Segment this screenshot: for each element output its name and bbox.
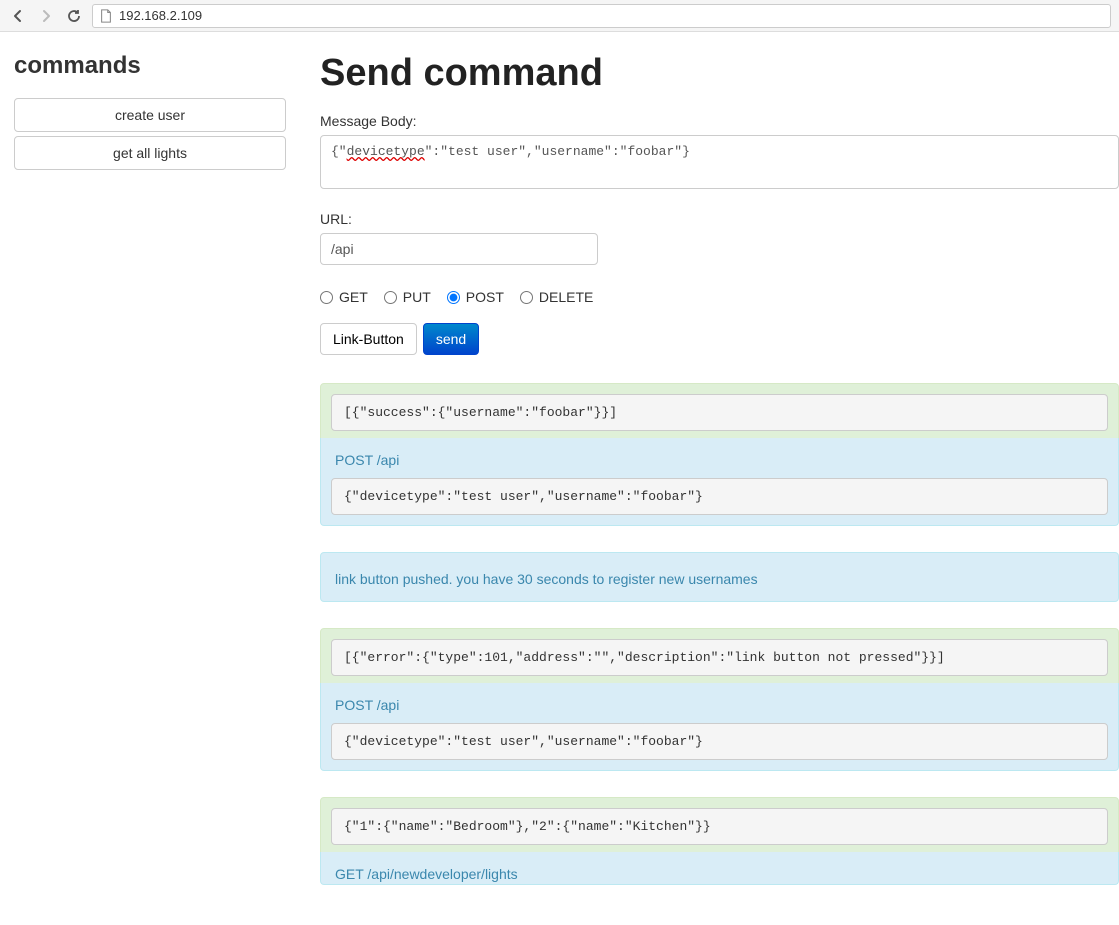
result-pair: {"1":{"name":"Bedroom"},"2":{"name":"Kit… <box>320 797 1119 885</box>
command-create-user[interactable]: create user <box>14 98 286 132</box>
method-delete-radio[interactable] <box>520 291 533 304</box>
link-button[interactable]: Link-Button <box>320 323 417 355</box>
request-title: POST /api <box>335 697 1108 713</box>
forward-button[interactable] <box>36 6 56 26</box>
browser-toolbar: 192.168.2.109 <box>0 0 1119 32</box>
request-panel: GET /api/newdeveloper/lights <box>320 852 1119 885</box>
url-input[interactable] <box>320 233 598 265</box>
response-body: [{"success":{"username":"foobar"}}] <box>331 394 1108 431</box>
address-text: 192.168.2.109 <box>119 8 202 23</box>
response-body: [{"error":{"type":101,"address":"","desc… <box>331 639 1108 676</box>
sidebar-title: commands <box>14 52 286 80</box>
page-title: Send command <box>320 52 1119 95</box>
request-title: POST /api <box>335 452 1108 468</box>
reload-button[interactable] <box>64 6 84 26</box>
request-body: {"devicetype":"test user","username":"fo… <box>331 478 1108 515</box>
request-title: GET /api/newdeveloper/lights <box>335 866 1108 882</box>
file-icon <box>99 9 113 23</box>
command-get-all-lights[interactable]: get all lights <box>14 136 286 170</box>
back-button[interactable] <box>8 6 28 26</box>
http-method-group: GET PUT POST DELETE <box>320 289 1119 305</box>
url-label: URL: <box>320 211 1119 227</box>
request-panel: POST /api {"devicetype":"test user","use… <box>320 683 1119 771</box>
result-pair: [{"error":{"type":101,"address":"","desc… <box>320 628 1119 771</box>
message-body-label: Message Body: <box>320 113 1119 129</box>
main-content: Send command Message Body: {"devicetype"… <box>300 32 1119 925</box>
send-button[interactable]: send <box>423 323 479 355</box>
response-body: {"1":{"name":"Bedroom"},"2":{"name":"Kit… <box>331 808 1108 845</box>
method-post-radio[interactable] <box>447 291 460 304</box>
message-body-input[interactable]: {"devicetype":"test user","username":"fo… <box>320 135 1119 189</box>
method-put[interactable]: PUT <box>384 289 431 305</box>
response-panel: [{"error":{"type":101,"address":"","desc… <box>320 628 1119 687</box>
results: [{"success":{"username":"foobar"}}] POST… <box>320 383 1119 885</box>
arrow-left-icon <box>10 8 26 24</box>
result-pair: [{"success":{"username":"foobar"}}] POST… <box>320 383 1119 526</box>
method-get[interactable]: GET <box>320 289 368 305</box>
status-note-text: link button pushed. you have 30 seconds … <box>331 567 1108 591</box>
method-get-radio[interactable] <box>320 291 333 304</box>
response-panel: {"1":{"name":"Bedroom"},"2":{"name":"Kit… <box>320 797 1119 856</box>
arrow-right-icon <box>38 8 54 24</box>
command-list: create user get all lights <box>14 98 286 170</box>
method-post[interactable]: POST <box>447 289 504 305</box>
request-panel: POST /api {"devicetype":"test user","use… <box>320 438 1119 526</box>
response-panel: [{"success":{"username":"foobar"}}] <box>320 383 1119 442</box>
request-body: {"devicetype":"test user","username":"fo… <box>331 723 1108 760</box>
sidebar: commands create user get all lights <box>0 32 300 925</box>
method-put-radio[interactable] <box>384 291 397 304</box>
method-delete[interactable]: DELETE <box>520 289 593 305</box>
reload-icon <box>66 8 82 24</box>
status-note: link button pushed. you have 30 seconds … <box>320 552 1119 602</box>
address-bar[interactable]: 192.168.2.109 <box>92 4 1111 28</box>
